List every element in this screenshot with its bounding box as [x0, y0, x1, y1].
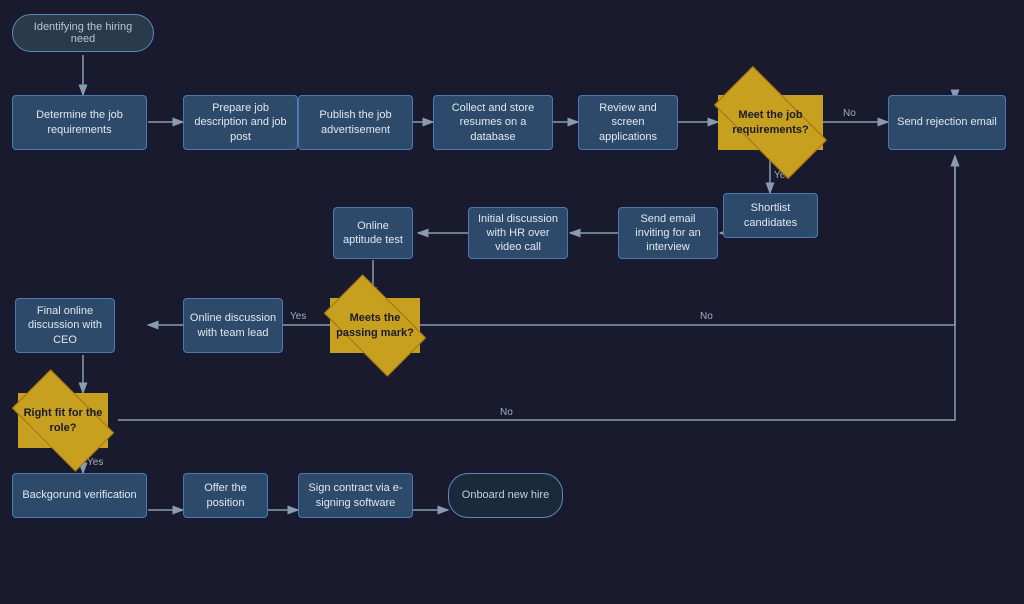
node-aptitude-test: Online aptitude test — [333, 207, 413, 259]
node-initial-discussion: Initial discussion with HR over video ca… — [468, 207, 568, 259]
node-online-discussion-lead: Online discussion with team lead — [183, 298, 283, 353]
diamond-meet-requirements: Meet the job requirements? — [718, 95, 823, 150]
svg-text:Yes: Yes — [87, 457, 103, 468]
start-node: Identifying the hiring need — [12, 14, 154, 52]
node-sign-contract: Sign contract via e-signing software — [298, 473, 413, 518]
node-publish-advertisement: Publish the job advertisement — [298, 95, 413, 150]
node-onboard: Onboard new hire — [448, 473, 563, 518]
node-final-discussion-ceo: Final online discussion with CEO — [15, 298, 115, 353]
node-shortlist: Shortlist candidates — [723, 193, 818, 238]
node-send-rejection: Send rejection email — [888, 95, 1006, 150]
node-determine-requirements: Determine the job requirements — [12, 95, 147, 150]
node-send-email-invite: Send email inviting for an interview — [618, 207, 718, 259]
diamond-right-fit: Right fit for the role? — [18, 393, 108, 448]
svg-text:No: No — [700, 311, 713, 322]
svg-text:No: No — [843, 108, 856, 119]
node-collect-store: Collect and store resumes on a database — [433, 95, 553, 150]
node-background-verification: Backgorund verification — [12, 473, 147, 518]
node-offer-position: Offer the position — [183, 473, 268, 518]
node-review-screen: Review and screen applications — [578, 95, 678, 150]
node-prepare-job-description: Prepare job description and job post — [183, 95, 298, 150]
diamond-passing-mark: Meets the passing mark? — [330, 298, 420, 353]
svg-text:Yes: Yes — [290, 311, 306, 322]
svg-text:No: No — [500, 407, 513, 418]
